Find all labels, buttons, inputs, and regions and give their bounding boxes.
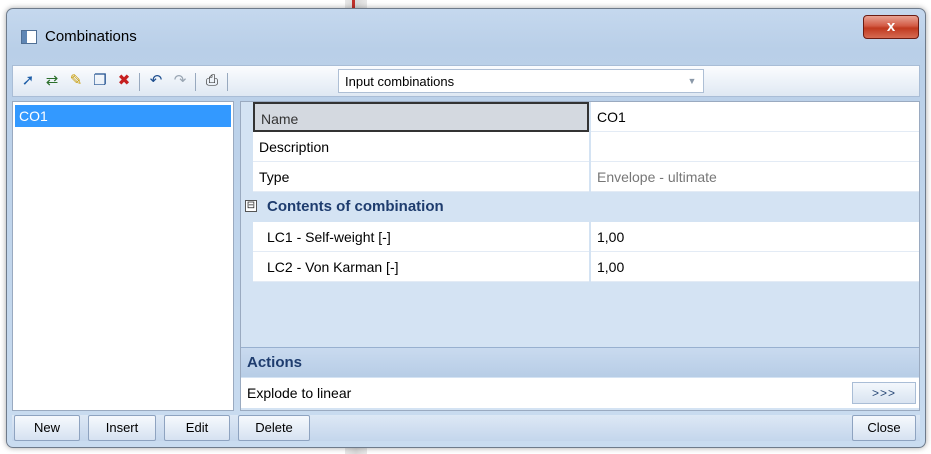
lc2-coefficient-field[interactable]: 1,00: [591, 252, 919, 282]
edit-icon[interactable]: ✎: [67, 72, 85, 90]
undo-icon[interactable]: ↶: [147, 72, 165, 90]
toolbar-separator: [139, 73, 140, 91]
name-field[interactable]: CO1: [591, 102, 919, 132]
print-icon[interactable]: ⎙: [203, 72, 221, 90]
action-label: Explode to linear: [247, 385, 352, 401]
window-title: Combinations: [45, 28, 137, 45]
input-mode-select[interactable]: Input combinations ▼: [338, 69, 704, 93]
property-label: Type: [253, 162, 589, 192]
property-grid: Name CO1 Description Type Envelope - ult…: [240, 101, 920, 411]
title-bar[interactable]: Combinations x: [7, 9, 925, 51]
action-row-explode: Explode to linear >>>: [241, 378, 919, 408]
category-contents-of-combination[interactable]: ⊟ Contents of combination: [241, 192, 919, 222]
actions-header: Actions: [241, 347, 919, 377]
copy-icon[interactable]: ❐: [91, 72, 109, 90]
property-label: Description: [253, 132, 589, 162]
toolbar: ➚ ⇄ ✎ ❐ ✖ ↶ ↷ ⎙ Input combinations ▼: [12, 65, 920, 97]
collapse-icon[interactable]: ⊟: [245, 200, 257, 212]
redo-icon[interactable]: ↷: [171, 72, 189, 90]
list-item[interactable]: CO1: [15, 105, 231, 127]
category-label: Contents of combination: [267, 198, 444, 215]
import-icon[interactable]: ⇄: [43, 72, 61, 90]
toolbar-separator: [227, 73, 228, 91]
new-item-icon[interactable]: ➚: [19, 72, 37, 90]
property-row-lc2[interactable]: LC2 - Von Karman [-] 1,00: [241, 252, 919, 282]
property-row-type[interactable]: Type Envelope - ultimate: [241, 162, 919, 192]
window-close-button[interactable]: x: [863, 15, 919, 39]
input-mode-value: Input combinations: [345, 74, 455, 89]
toolbar-separator: [195, 73, 196, 91]
new-button[interactable]: New: [14, 415, 80, 441]
description-field[interactable]: [591, 132, 919, 162]
combinations-dialog: Combinations x ➚ ⇄ ✎ ❐ ✖ ↶ ↷ ⎙ Input com…: [6, 8, 926, 448]
category-header: ⊟ Contents of combination: [241, 192, 919, 222]
delete-button[interactable]: Delete: [238, 415, 310, 441]
combinations-list[interactable]: CO1: [12, 101, 234, 411]
lc1-coefficient-field[interactable]: 1,00: [591, 222, 919, 252]
property-label: LC1 - Self-weight [-]: [253, 222, 589, 252]
type-field[interactable]: Envelope - ultimate: [591, 162, 919, 192]
delete-icon[interactable]: ✖: [115, 72, 133, 90]
window-icon: [21, 30, 37, 44]
insert-button[interactable]: Insert: [88, 415, 156, 441]
button-bar: New Insert Edit Delete Close: [12, 415, 920, 441]
property-label: LC2 - Von Karman [-]: [253, 252, 589, 282]
property-label: Name: [253, 102, 589, 132]
chevron-down-icon[interactable]: ▼: [681, 70, 703, 92]
edit-button[interactable]: Edit: [164, 415, 230, 441]
explode-to-linear-button[interactable]: >>>: [852, 382, 916, 404]
close-button[interactable]: Close: [852, 415, 916, 441]
property-row-name[interactable]: Name CO1: [241, 102, 919, 132]
property-row-description[interactable]: Description: [241, 132, 919, 162]
property-row-lc1[interactable]: LC1 - Self-weight [-] 1,00: [241, 222, 919, 252]
